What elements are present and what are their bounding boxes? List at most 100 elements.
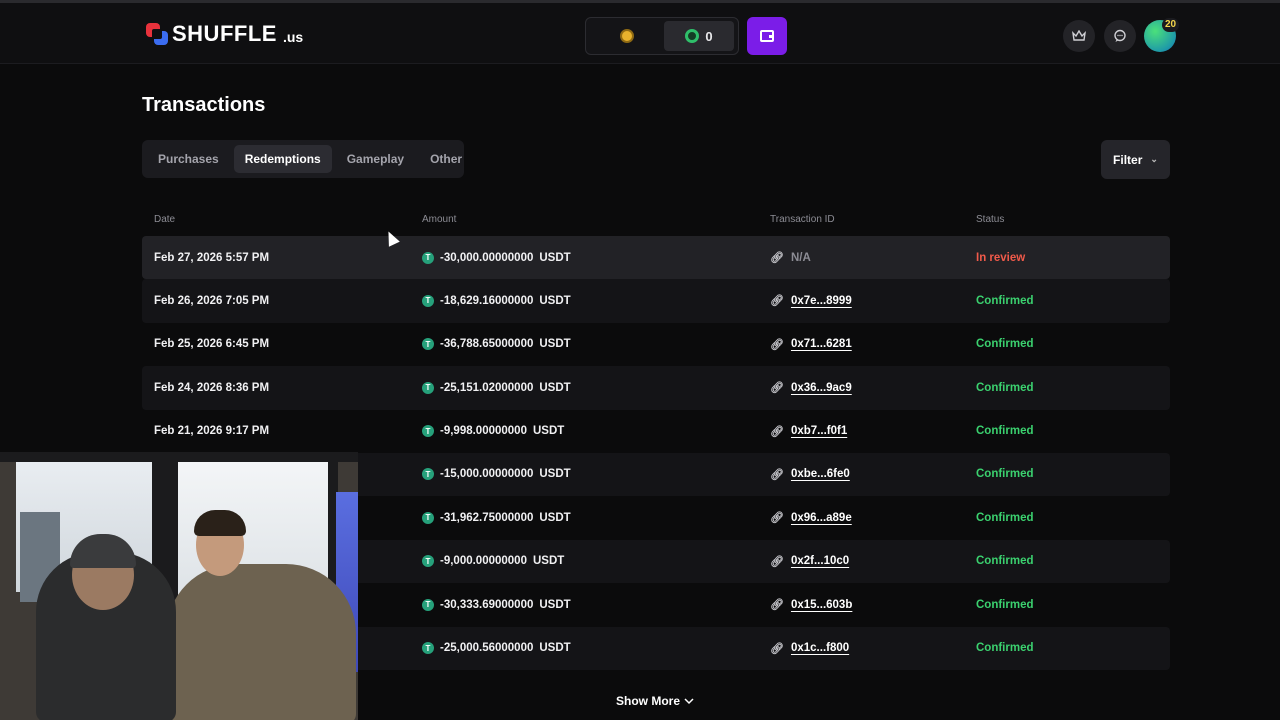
filter-label: Filter xyxy=(1113,152,1143,167)
row-amount: -31,962.75000000 xyxy=(440,511,534,524)
row-currency: USDT xyxy=(532,425,565,438)
column-status: Status xyxy=(976,214,1005,225)
row-transaction-id-link[interactable]: 0x1c...f800 xyxy=(791,642,849,654)
row-amount: -18,629.16000000 xyxy=(440,294,534,307)
gold-coin-icon xyxy=(620,29,634,43)
link-icon: 🔗︎ xyxy=(770,512,784,525)
chevron-down-icon xyxy=(684,697,694,704)
link-icon: 🔗︎ xyxy=(770,338,784,351)
row-transaction-id-link[interactable]: 0xbe...6fe0 xyxy=(791,468,850,480)
sweeps-balance: 0 xyxy=(705,28,713,44)
status-badge: Confirmed xyxy=(976,555,1034,568)
page-title: Transactions xyxy=(142,94,266,116)
balance-switcher: 0 xyxy=(585,17,739,55)
row-amount: -30,333.69000000 xyxy=(440,598,534,611)
tab-purchases[interactable]: Purchases xyxy=(147,145,230,173)
link-icon: 🔗︎ xyxy=(770,252,784,264)
level-badge: 20 xyxy=(1162,18,1180,32)
row-transaction-id: N/A xyxy=(790,251,811,264)
status-badge: Confirmed xyxy=(976,381,1034,394)
filter-button[interactable]: Filter ⌄ xyxy=(1101,140,1170,179)
row-amount: -30,000.00000000 xyxy=(440,251,534,264)
tab-redemptions[interactable]: Redemptions xyxy=(233,145,332,173)
column-transaction-id: Transaction ID xyxy=(770,214,835,225)
column-date: Date xyxy=(154,214,176,225)
person-right-hair xyxy=(194,510,246,536)
status-badge: Confirmed xyxy=(976,598,1034,611)
link-icon: 🔗︎ xyxy=(770,295,784,308)
logo-text: SHUFFLE xyxy=(172,21,277,46)
row-currency: USDT xyxy=(539,468,571,481)
tether-icon: T xyxy=(422,338,434,351)
row-currency: USDT xyxy=(539,642,571,655)
row-transaction-id-link[interactable]: 0x2f...10c0 xyxy=(791,555,849,567)
row-transaction-id-link[interactable]: 0xb7...f0f1 xyxy=(791,425,847,437)
status-badge: Confirmed xyxy=(976,468,1034,481)
row-amount: -25,000.56000000 xyxy=(440,642,534,655)
chevron-down-icon: ⌄ xyxy=(1150,154,1158,164)
row-currency: USDT xyxy=(539,294,571,307)
crown-icon xyxy=(1072,30,1086,41)
show-more-button[interactable]: Show More xyxy=(616,694,694,708)
wallet-button[interactable] xyxy=(747,17,787,55)
person-right xyxy=(166,564,356,720)
row-date: Feb 25, 2026 6:45 PM xyxy=(154,338,270,351)
table-row[interactable]: Feb 27, 2026 5:57 PM T -30,000.00000000 US… xyxy=(142,236,1170,280)
row-amount: -25,151.02000000 xyxy=(440,381,534,394)
tether-icon: T xyxy=(422,642,434,655)
logo-suffix: .us xyxy=(282,29,304,45)
gold-coin-toggle[interactable] xyxy=(590,21,664,51)
row-transaction-id-link[interactable]: 0x7e...8999 xyxy=(791,295,852,307)
column-amount: Amount xyxy=(422,214,457,225)
status-badge: Confirmed xyxy=(976,294,1034,307)
table-row[interactable]: Feb 26, 2026 7:05 PM T -18,629.16000000 US… xyxy=(142,279,1170,323)
table-row[interactable]: Feb 21, 2026 9:17 PM T -9,998.00000000 USD… xyxy=(142,410,1170,453)
tether-icon: T xyxy=(422,381,434,394)
table-header: Date Amount Transaction ID Status xyxy=(142,212,1170,228)
row-currency: USDT xyxy=(539,338,571,351)
row-transaction-id-link[interactable]: 0x96...a89e xyxy=(791,512,852,524)
link-icon: 🔗︎ xyxy=(770,642,784,655)
row-currency: USDT xyxy=(532,555,565,568)
chat-button[interactable] xyxy=(1104,20,1136,52)
row-date: Feb 24, 2026 8:36 PM xyxy=(154,381,270,394)
tether-icon: T xyxy=(422,598,434,611)
vip-crown-button[interactable] xyxy=(1063,20,1095,52)
status-badge: Confirmed xyxy=(976,642,1034,655)
tab-gameplay[interactable]: Gameplay xyxy=(336,145,415,173)
webcam-overlay xyxy=(0,452,358,720)
row-date: Feb 27, 2026 5:57 PM xyxy=(154,251,270,264)
tether-icon: T xyxy=(422,468,434,481)
top-navigation-bar: SHUFFLE .us 0 20 xyxy=(0,0,1280,64)
link-icon: 🔗︎ xyxy=(770,468,784,481)
tether-icon: T xyxy=(422,511,434,524)
row-date: Feb 26, 2026 7:05 PM xyxy=(154,294,270,307)
row-transaction-id-link[interactable]: 0x15...603b xyxy=(791,599,852,611)
row-amount: -9,000.00000000 xyxy=(440,555,527,568)
transaction-tabs: Purchases Redemptions Gameplay Other xyxy=(142,140,464,178)
shuffle-logo-icon xyxy=(146,23,168,45)
chat-icon xyxy=(1114,29,1126,42)
shuffle-logo[interactable]: SHUFFLE .us xyxy=(146,21,303,47)
window-frame xyxy=(0,452,358,462)
table-row[interactable]: Feb 24, 2026 8:36 PM T -25,151.02000000 US… xyxy=(142,366,1170,410)
status-badge: Confirmed xyxy=(976,511,1034,524)
sweeps-coin-icon xyxy=(685,29,700,43)
tether-icon: T xyxy=(422,425,434,438)
sweeps-coin-toggle[interactable]: 0 xyxy=(664,21,734,51)
row-transaction-id-link[interactable]: 0x36...9ac9 xyxy=(791,382,852,394)
tab-other[interactable]: Other xyxy=(419,145,473,173)
tether-icon: T xyxy=(422,251,434,264)
show-more-label: Show More xyxy=(616,694,681,708)
tether-icon: T xyxy=(422,294,434,307)
row-amount: -15,000.00000000 xyxy=(440,468,534,481)
link-icon: 🔗︎ xyxy=(770,382,784,395)
row-currency: USDT xyxy=(539,381,571,394)
table-row[interactable]: Feb 25, 2026 6:45 PM T -36,788.65000000 US… xyxy=(142,323,1170,366)
row-currency: USDT xyxy=(539,511,571,524)
row-currency: USDT xyxy=(539,598,571,611)
status-badge: In review xyxy=(976,251,1026,264)
row-transaction-id-link[interactable]: 0x71...6281 xyxy=(791,338,852,350)
wallet-icon xyxy=(760,30,774,42)
status-badge: Confirmed xyxy=(976,338,1034,351)
